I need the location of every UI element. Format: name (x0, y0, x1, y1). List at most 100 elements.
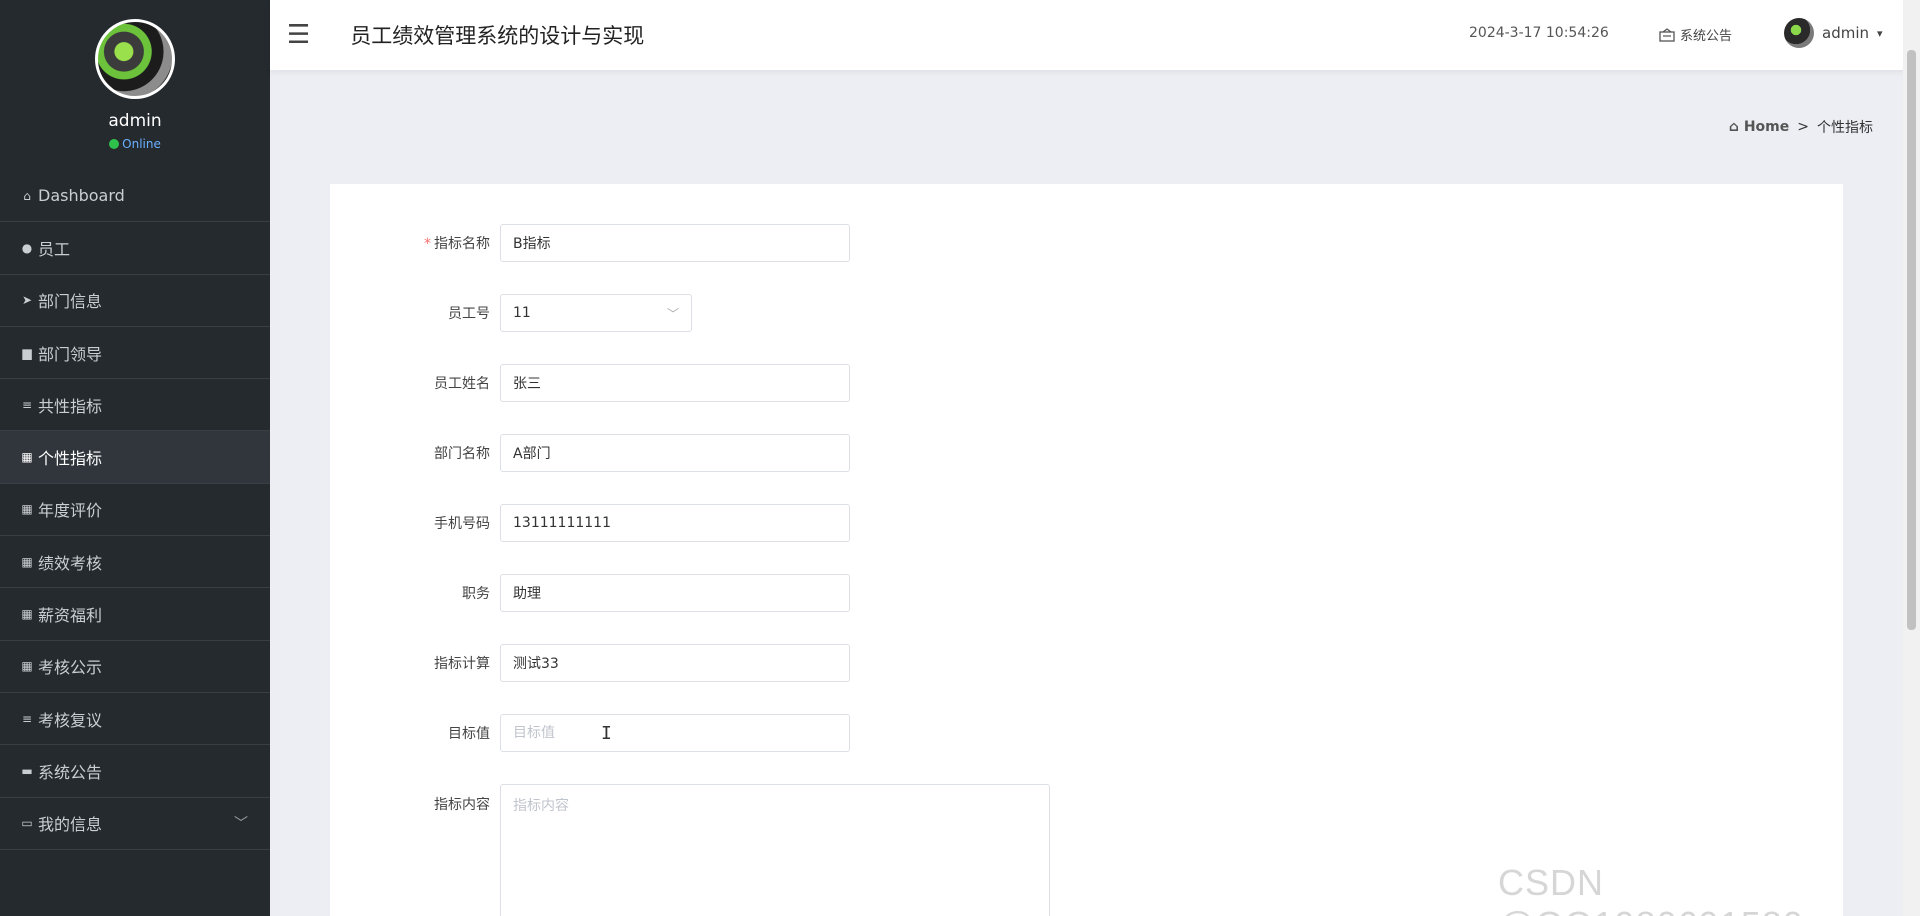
form-row-target: 目标值 (330, 714, 850, 752)
online-dot-icon (109, 139, 120, 149)
window-icon: ▭ (21, 816, 33, 831)
page-scrollbar[interactable] (1903, 0, 1920, 916)
form-row-phone: 手机号码 (330, 504, 850, 542)
calc-input[interactable] (500, 644, 850, 682)
indicator-name-label: * 指标名称 (424, 236, 490, 252)
form-row-employee-name: 员工姓名 (330, 364, 850, 402)
scrollbar-thumb[interactable] (1907, 50, 1916, 630)
sidebar-item-label: 考核复议 (38, 710, 103, 730)
sidebar-item-label: 系统公告 (38, 762, 103, 782)
avatar[interactable] (95, 19, 175, 99)
sidebar-item-personal-indicator[interactable]: ▦ 个性指标 (0, 431, 270, 484)
calc-label: 指标计算 (434, 656, 490, 672)
sidebar-item-dept-leader[interactable]: ▆ 部门领导 (0, 327, 270, 380)
user-name: admin (1822, 24, 1869, 42)
status-text: Online (122, 137, 161, 151)
sidebar-item-label: 部门信息 (38, 292, 103, 312)
form-row-department: 部门名称 (330, 434, 850, 472)
user-menu[interactable]: admin ▾ (1784, 18, 1883, 48)
sidebar-item-reconsideration[interactable]: ≡ 考核复议 (0, 693, 270, 746)
grid-icon: ▦ (21, 554, 33, 569)
position-input[interactable] (500, 574, 850, 612)
sidebar-menu: ⌂ Dashboard ● 员工 ➤ 部门信息 ▆ 部门领导 ≡ 共性指标 ▦ 个性指标 ▦… (0, 170, 270, 850)
position-label: 职务 (462, 586, 490, 602)
form-row-indicator-name: * 指标名称 (330, 224, 850, 262)
content-textarea[interactable] (500, 784, 1050, 916)
sidebar-item-label: 我的信息 (38, 815, 103, 835)
target-label: 目标值 (448, 726, 490, 742)
sidebar-item-label: 部门领导 (38, 344, 103, 364)
menu-toggle-icon[interactable]: ☰ (287, 20, 310, 50)
breadcrumb: ⌂ Home > 个性指标 (1729, 117, 1873, 137)
top-header: ☰ 员工绩效管理系统的设计与实现 2024-3-17 10:54:26 系统公告… (270, 0, 1920, 70)
phone-input[interactable] (500, 504, 850, 542)
avatar (1784, 18, 1814, 48)
chevron-down-icon: ▾ (1877, 26, 1883, 40)
employee-name-input[interactable] (500, 364, 850, 402)
department-label: 部门名称 (434, 446, 490, 462)
home-icon: ⌂ (23, 188, 31, 203)
sidebar-item-label: 共性指标 (38, 396, 103, 416)
sidebar-item-my-info[interactable]: ▭ 我的信息 ﹀ (0, 798, 270, 850)
list-icon: ≡ (21, 397, 33, 412)
breadcrumb-current: 个性指标 (1817, 120, 1873, 136)
grid-icon: ▦ (21, 659, 33, 674)
system-notice-button[interactable]: 系统公告 (1659, 25, 1732, 44)
department-input[interactable] (500, 434, 850, 472)
sidebar-item-common-indicator[interactable]: ≡ 共性指标 (0, 379, 270, 432)
pin-icon: ● (21, 240, 33, 255)
sidebar-item-employee[interactable]: ● 员工 (0, 222, 270, 275)
sidebar-item-label: 个性指标 (38, 449, 103, 469)
form-row-content: 指标内容 (330, 784, 1050, 916)
sidebar-item-department[interactable]: ➤ 部门信息 (0, 275, 270, 327)
content-label: 指标内容 (434, 797, 490, 813)
employee-name-label: 员工姓名 (434, 376, 490, 392)
list-icon: ≡ (21, 711, 33, 726)
home-icon: ⌂ (1728, 119, 1739, 135)
form-card: *指标名称 员工号 11 ﹀ 员工姓名 部门名称 手机号码 职务 指标计算 目标… (330, 184, 1843, 916)
form-row-calc: 指标计算 (330, 644, 850, 682)
breadcrumb-separator: > (1797, 119, 1809, 135)
sidebar-item-label: 员工 (38, 239, 71, 259)
sidebar-item-label: 薪资福利 (38, 606, 103, 626)
required-mark: * (424, 236, 431, 252)
text-cursor-icon: I (601, 723, 612, 744)
indicator-name-input[interactable] (500, 224, 850, 262)
sidebar-item-label: Dashboard (38, 186, 125, 206)
chevron-down-icon: ﹀ (234, 816, 248, 833)
send-icon: ➤ (21, 293, 33, 308)
sidebar-item-dashboard[interactable]: ⌂ Dashboard (0, 170, 270, 223)
phone-label: 手机号码 (434, 516, 490, 532)
sidebar: admin Online ⌂ Dashboard ● 员工 ➤ 部门信息 ▆ 部门领导 … (0, 0, 270, 916)
card-icon: ▆ (22, 345, 32, 360)
sidebar-item-publicity[interactable]: ▦ 考核公示 (0, 641, 270, 693)
watermark: CSDN @QQ1980691580 (1498, 862, 1803, 916)
form-row-position: 职务 (330, 574, 850, 612)
grid-icon: ▦ (21, 502, 33, 517)
notice-icon (1659, 27, 1675, 42)
profile-name: admin (108, 111, 162, 131)
sidebar-item-announcement[interactable]: ▬ 系统公告 (0, 745, 270, 798)
sidebar-item-label: 绩效考核 (38, 553, 103, 573)
page-title: 员工绩效管理系统的设计与实现 (350, 24, 645, 48)
sidebar-item-annual-review[interactable]: ▦ 年度评价 (0, 484, 270, 537)
employee-no-label: 员工号 (448, 306, 490, 322)
sidebar-item-salary[interactable]: ▦ 薪资福利 (0, 588, 270, 641)
target-input[interactable] (500, 714, 850, 752)
sidebar-item-label: 年度评价 (38, 501, 103, 521)
datetime-display: 2024-3-17 10:54:26 (1469, 25, 1609, 41)
chevron-down-icon: ﹀ (666, 306, 679, 321)
status-badge: Online (109, 137, 161, 151)
profile: admin Online (0, 0, 270, 170)
employee-no-select[interactable]: 11 ﹀ (500, 294, 692, 332)
sidebar-item-performance[interactable]: ▦ 绩效考核 (0, 536, 270, 589)
form-row-employee-no: 员工号 11 ﹀ (330, 294, 692, 332)
breadcrumb-home[interactable]: ⌂ Home (1729, 119, 1789, 135)
ticket-icon: ▬ (21, 763, 33, 778)
grid-icon: ▦ (21, 450, 33, 465)
breadcrumb-home-label: Home (1743, 119, 1790, 135)
grid-icon: ▦ (21, 607, 33, 622)
employee-no-value: 11 (513, 305, 531, 321)
sidebar-item-label: 考核公示 (38, 658, 103, 678)
notice-label: 系统公告 (1680, 29, 1733, 44)
